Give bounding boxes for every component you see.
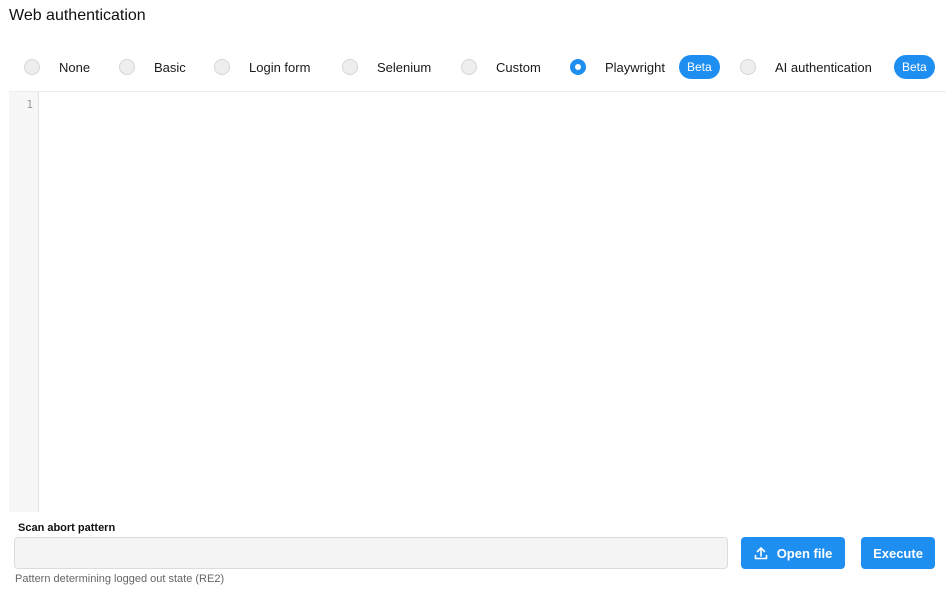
execute-button[interactable]: Execute	[861, 537, 935, 569]
auth-method-radio-group: None Basic Login form Selenium Custom Pl…	[0, 55, 946, 81]
editor-code-area[interactable]	[40, 92, 946, 512]
script-editor[interactable]: 1	[9, 91, 946, 512]
radio-label-playwright: Playwright	[605, 59, 665, 75]
radio-option-custom[interactable]: Custom	[461, 55, 541, 79]
radio-button-none[interactable]	[24, 59, 40, 75]
editor-gutter: 1	[9, 92, 39, 512]
scan-abort-pattern-help: Pattern determining logged out state (RE…	[15, 573, 225, 585]
radio-option-basic[interactable]: Basic	[119, 55, 186, 79]
radio-button-login-form[interactable]	[214, 59, 230, 75]
radio-label-basic: Basic	[154, 59, 186, 75]
radio-label-selenium: Selenium	[377, 59, 432, 75]
beta-badge-ai-authentication: Beta	[894, 55, 935, 79]
radio-option-ai-authentication[interactable]: AI authentication	[740, 55, 872, 79]
radio-label-ai-authentication: AI authentication	[775, 59, 872, 75]
radio-button-ai-authentication[interactable]	[740, 59, 756, 75]
radio-option-selenium[interactable]: Selenium	[342, 55, 431, 79]
scan-abort-pattern-label: Scan abort pattern	[18, 522, 116, 534]
line-number: 1	[26, 98, 33, 111]
radio-button-custom[interactable]	[461, 59, 477, 75]
radio-label-login-form: Login form	[249, 59, 311, 75]
radio-option-none[interactable]: None	[24, 55, 90, 79]
radio-label-custom: Custom	[496, 59, 541, 75]
open-file-label: Open file	[776, 545, 833, 561]
radio-label-none: None	[59, 59, 91, 75]
radio-option-login-form[interactable]: Login form	[214, 55, 310, 79]
beta-badge-playwright: Beta	[679, 55, 720, 79]
radio-button-playwright[interactable]	[570, 59, 586, 75]
scan-abort-pattern-input[interactable]	[14, 537, 728, 569]
page-title: Web authentication	[9, 7, 146, 24]
radio-button-basic[interactable]	[119, 59, 135, 75]
upload-icon	[754, 546, 768, 560]
radio-option-playwright[interactable]: Playwright	[570, 55, 665, 79]
open-file-button[interactable]: Open file	[741, 537, 845, 569]
radio-button-selenium[interactable]	[342, 59, 358, 75]
